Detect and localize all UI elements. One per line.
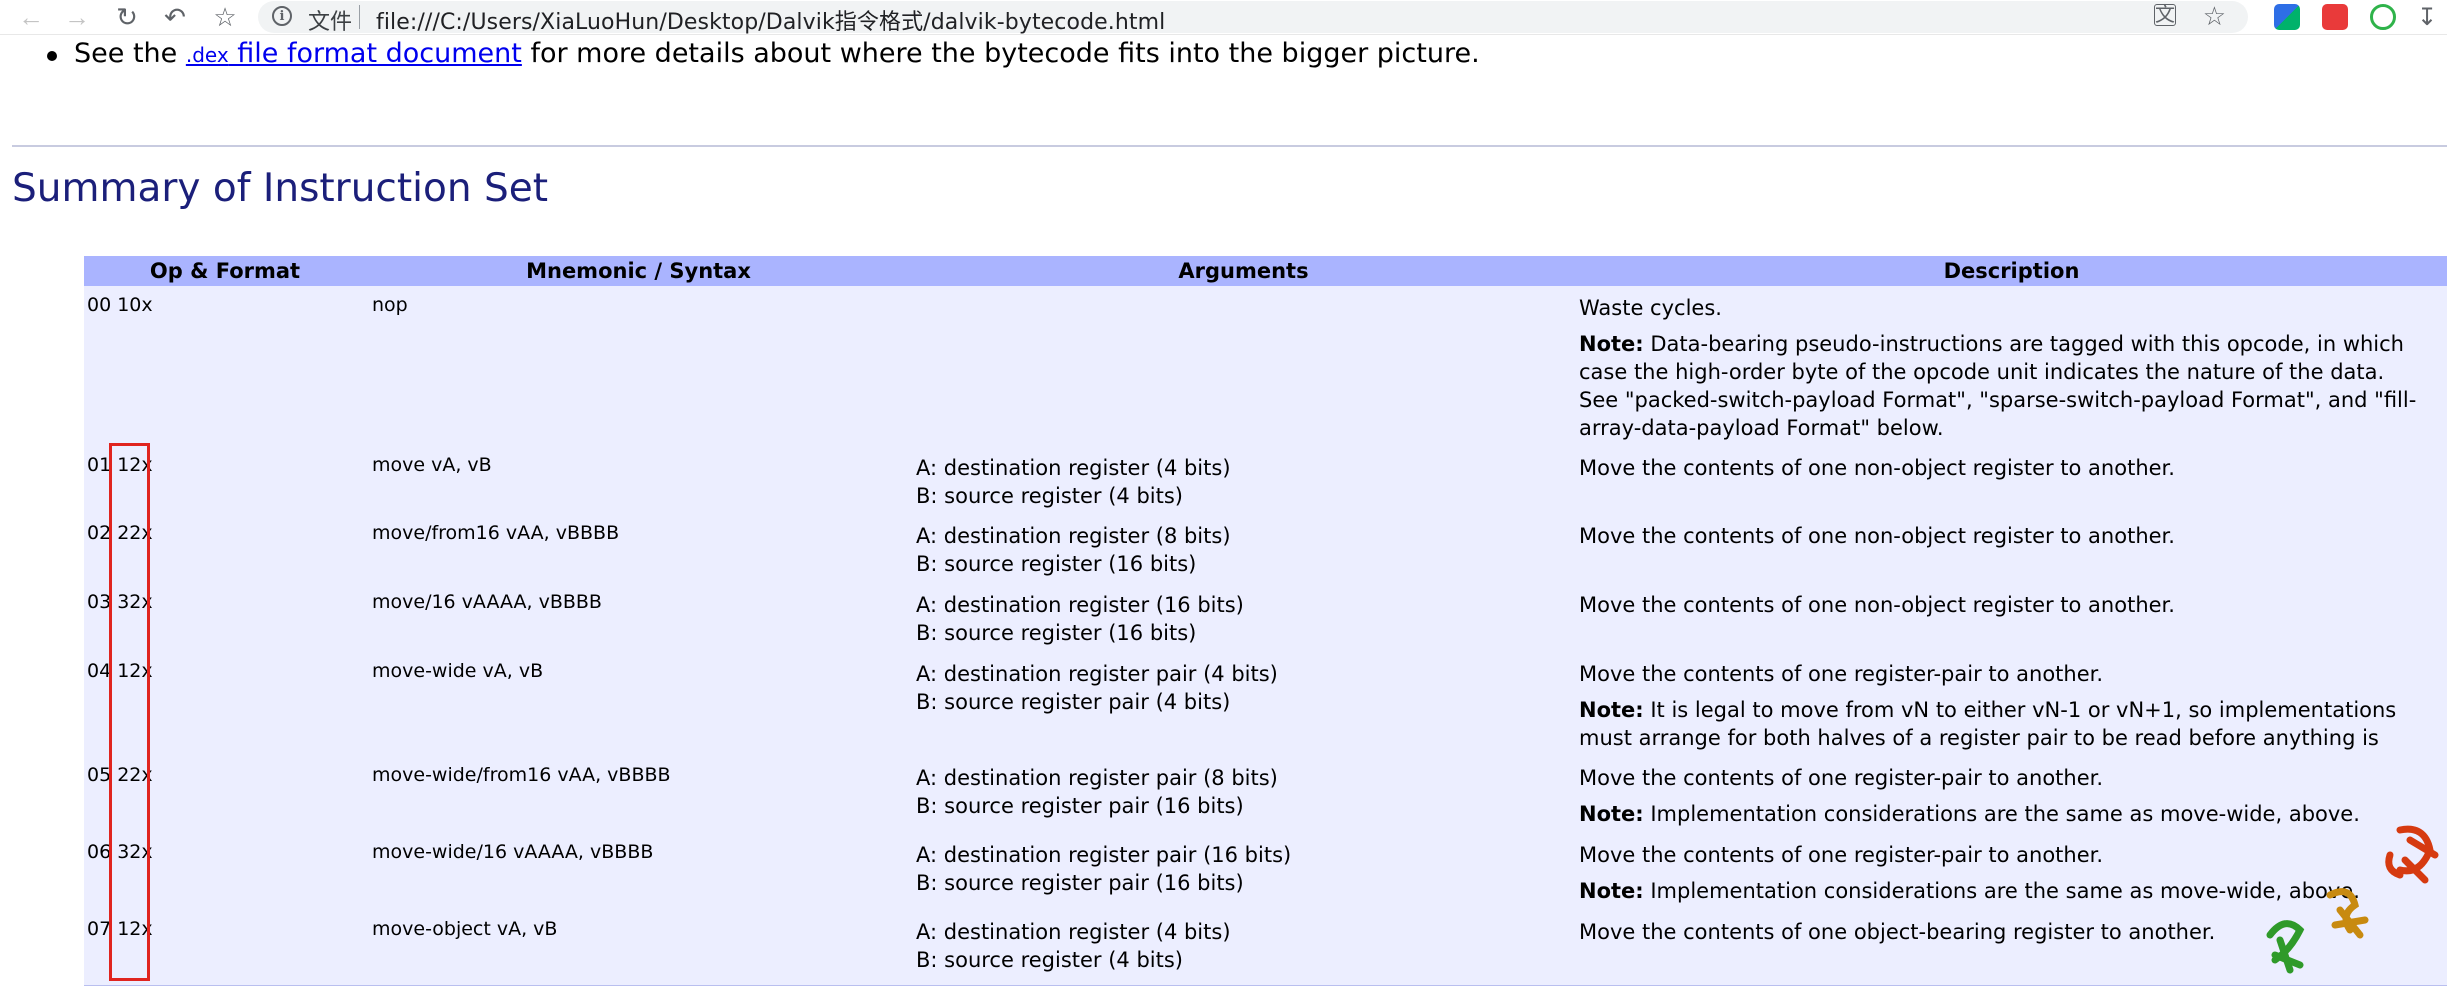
argument-line: B: source register (16 bits) bbox=[916, 621, 1197, 645]
description-text: Move the contents of one non-object regi… bbox=[1579, 524, 2175, 548]
argument-line: B: source register (4 bits) bbox=[916, 948, 1183, 972]
argument-line: A: destination register (8 bits) bbox=[916, 524, 1231, 548]
argument-line: A: destination register pair (8 bits) bbox=[916, 766, 1278, 790]
argument-line: B: source register (4 bits) bbox=[916, 484, 1183, 508]
description-cell: Move the contents of one non-object regi… bbox=[1579, 454, 2429, 490]
reload-icon[interactable]: ↻ bbox=[112, 2, 142, 32]
argument-line: A: destination register pair (4 bits) bbox=[916, 662, 1278, 686]
dex-format-link[interactable]: .dex file format document bbox=[186, 38, 522, 69]
argument-line: B: source register pair (16 bits) bbox=[916, 794, 1244, 818]
translate-icon[interactable]: 文 bbox=[2154, 4, 2176, 26]
mnemonic-cell: move-wide/16 vAAAA, vBBBB bbox=[372, 841, 654, 863]
mnemonic-cell: move-wide vA, vB bbox=[372, 660, 544, 682]
scheme-label: 文件 bbox=[308, 10, 353, 35]
header-description: Description bbox=[1943, 259, 2080, 283]
description-cell: Move the contents of one non-object regi… bbox=[1579, 522, 2429, 558]
bullet-dot bbox=[47, 51, 57, 61]
description-paragraph: Move the contents of one non-object regi… bbox=[1579, 454, 2429, 482]
dex-code-text: .dex bbox=[185, 43, 229, 67]
mnemonic-cell: move vA, vB bbox=[372, 454, 492, 476]
watermark-logo bbox=[2266, 825, 2439, 974]
arguments-cell: A: destination register (4 bits) B: sourc… bbox=[916, 918, 1231, 974]
note-label: Note: bbox=[1579, 802, 1644, 826]
extension-green-icon[interactable] bbox=[2370, 4, 2396, 30]
argument-line: A: destination register pair (16 bits) bbox=[916, 843, 1292, 867]
table-row: 04 12x move-wide vA, vB A: destination reg… bbox=[84, 652, 2447, 778]
arguments-cell: A: destination register pair (4 bits) B: … bbox=[916, 660, 1278, 716]
table-row: 07 12x move-object vA, vB A: destination r… bbox=[84, 910, 2447, 986]
arguments-cell: A: destination register (16 bits) B: sour… bbox=[916, 591, 1244, 647]
info-icon[interactable]: i bbox=[272, 6, 292, 26]
divider bbox=[359, 5, 360, 29]
argument-line: B: source register pair (4 bits) bbox=[916, 690, 1231, 714]
horizontal-rule bbox=[12, 145, 2447, 147]
header-arguments: Arguments bbox=[1178, 259, 1309, 283]
back-icon[interactable]: ← bbox=[16, 2, 46, 32]
download-icon[interactable]: ↧ bbox=[2412, 2, 2442, 32]
header-mnemonic: Mnemonic / Syntax bbox=[526, 259, 751, 283]
description-cell: Waste cycles. Note: Data-bearing pseudo-i… bbox=[1579, 294, 2429, 450]
mnemonic-cell: nop bbox=[372, 294, 408, 316]
description-text: Waste cycles. bbox=[1579, 296, 1722, 320]
description-paragraph: Move the contents of one register-pair t… bbox=[1579, 764, 2429, 792]
description-text: Move the contents of one non-object regi… bbox=[1579, 593, 2175, 617]
arguments-cell: A: destination register (4 bits) B: sourc… bbox=[916, 454, 1231, 510]
mnemonic-cell: move/from16 vAA, vBBBB bbox=[372, 522, 620, 544]
star-icon[interactable]: ☆ bbox=[2203, 1, 2226, 32]
format-highlight-box bbox=[109, 443, 150, 981]
note-label: Note: bbox=[1579, 332, 1644, 356]
description-text: Implementation considerations are the sa… bbox=[1643, 879, 2360, 903]
bookmark-star-icon[interactable]: ☆ bbox=[210, 2, 240, 32]
url-text[interactable]: file:///C:/Users/XiaLuoHun/Desktop/Dalvi… bbox=[376, 4, 1165, 36]
undo-icon[interactable]: ↶ bbox=[160, 2, 190, 32]
mnemonic-cell: move-object vA, vB bbox=[372, 918, 558, 940]
bullet-suffix: for more details about where the bytecod… bbox=[521, 38, 1480, 69]
description-text: Move the contents of one register-pair t… bbox=[1579, 662, 2104, 686]
bullet-prefix: See the bbox=[74, 38, 186, 69]
address-bar[interactable]: i 文件 file:///C:/Users/XiaLuoHun/Desktop/… bbox=[258, 1, 2248, 36]
note-label: Note: bbox=[1579, 698, 1644, 722]
argument-line: B: source register (16 bits) bbox=[916, 552, 1197, 576]
table-row: 03 32x move/16 vAAAA, vBBBB A: destination… bbox=[84, 583, 2447, 653]
description-text: Implementation considerations are the sa… bbox=[1643, 802, 2360, 826]
description-paragraph: Move the contents of one non-object regi… bbox=[1579, 591, 2429, 619]
description-paragraph: Note: Data-bearing pseudo-instructions a… bbox=[1579, 330, 2429, 442]
arguments-cell: A: destination register pair (16 bits) B:… bbox=[916, 841, 1291, 897]
extension-grid-icon[interactable] bbox=[2274, 4, 2300, 30]
description-paragraph: Move the contents of one non-object regi… bbox=[1579, 522, 2429, 550]
description-text: Move the contents of one object-bearing … bbox=[1579, 920, 2216, 944]
arguments-cell: A: destination register pair (8 bits) B: … bbox=[916, 764, 1278, 820]
forward-icon[interactable]: → bbox=[62, 2, 92, 32]
intro-bullet: See the .dex file format document for mo… bbox=[47, 38, 1480, 69]
description-paragraph: Move the contents of one register-pair t… bbox=[1579, 660, 2429, 688]
description-text: Move the contents of one register-pair t… bbox=[1579, 843, 2104, 867]
mnemonic-cell: move-wide/from16 vAA, vBBBB bbox=[372, 764, 671, 786]
header-op-format: Op & Format bbox=[149, 259, 301, 283]
browser-toolbar: ← → ↻ ↶ ☆ i 文件 file:///C:/Users/XiaLuoHu… bbox=[0, 0, 2447, 35]
section-title: Summary of Instruction Set bbox=[12, 166, 549, 211]
table-row: 00 10x nop Waste cycles. Note: Data-bearing… bbox=[84, 286, 2447, 447]
table-row: 05 22x move-wide/from16 vAA, vBBBB A: dest… bbox=[84, 756, 2447, 834]
mnemonic-cell: move/16 vAAAA, vBBBB bbox=[372, 591, 602, 613]
description-text: Move the contents of one register-pair t… bbox=[1579, 766, 2104, 790]
note-label: Note: bbox=[1579, 879, 1644, 903]
extension-red-icon[interactable] bbox=[2322, 4, 2348, 30]
table-row: 01 12x move vA, vB A: destination register… bbox=[84, 446, 2447, 515]
description-cell: Move the contents of one non-object regi… bbox=[1579, 591, 2429, 627]
description-text: Move the contents of one non-object regi… bbox=[1579, 456, 2175, 480]
argument-line: A: destination register (4 bits) bbox=[916, 456, 1231, 480]
op-format-cell: 00 10x bbox=[87, 294, 153, 316]
table-header: Op & Format Mnemonic / Syntax Arguments … bbox=[84, 256, 2447, 286]
description-paragraph: Waste cycles. bbox=[1579, 294, 2429, 322]
argument-line: B: source register pair (16 bits) bbox=[916, 871, 1244, 895]
argument-line: A: destination register (4 bits) bbox=[916, 920, 1231, 944]
table-row: 02 22x move/from16 vAA, vBBBB A: destinati… bbox=[84, 514, 2447, 584]
dex-link-text: file format document bbox=[228, 38, 522, 69]
description-text: Data-bearing pseudo-instructions are tag… bbox=[1579, 332, 2417, 440]
arguments-cell: A: destination register (8 bits) B: sourc… bbox=[916, 522, 1231, 578]
argument-line: A: destination register (16 bits) bbox=[916, 593, 1244, 617]
table-row: 06 32x move-wide/16 vAAAA, vBBBB A: destin… bbox=[84, 833, 2447, 911]
